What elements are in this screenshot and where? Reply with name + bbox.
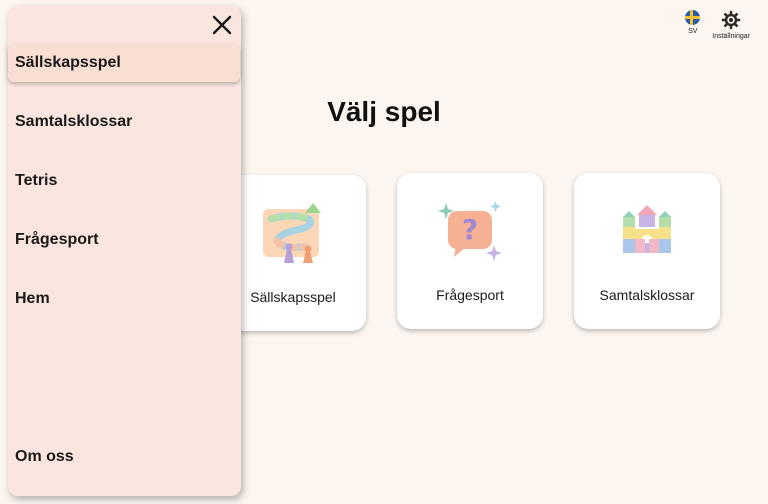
card-quiz[interactable]: ? Frågesport [397, 173, 543, 329]
card-board-game[interactable]: Sällskapsspel [220, 175, 366, 331]
close-icon [212, 15, 232, 35]
card-label: Frågesport [436, 287, 504, 303]
nav-item-conversation-blocks[interactable]: Samtalsklossar [8, 103, 240, 141]
nav-item-board-games[interactable]: Sällskapsspel [8, 44, 240, 82]
gear-icon [721, 10, 741, 30]
language-label: SV [688, 28, 698, 35]
nav-item-tetris[interactable]: Tetris [8, 162, 240, 200]
close-button[interactable] [211, 14, 233, 36]
svg-text:?: ? [462, 213, 478, 246]
board-game-icon [263, 203, 321, 263]
top-controls: SV Inställningar [685, 10, 750, 40]
language-selector[interactable]: SV [685, 10, 701, 35]
blocks-castle-icon [623, 205, 671, 253]
settings-button[interactable]: Inställningar [712, 10, 750, 40]
card-label: Samtalsklossar [599, 287, 695, 303]
nav-item-quiz[interactable]: Frågesport [8, 221, 240, 259]
question-bubble-icon: ? [438, 201, 502, 261]
settings-label: Inställningar [712, 33, 750, 40]
card-label: Sällskapsspel [250, 289, 336, 305]
side-drawer: Sällskapsspel Samtalsklossar Tetris Fråg… [8, 6, 241, 496]
nav-item-home[interactable]: Hem [8, 280, 240, 318]
card-conversation-blocks[interactable]: Samtalsklossar [574, 173, 720, 329]
nav-item-about[interactable]: Om oss [8, 438, 240, 476]
game-cards: Sällskapsspel ? Frågesport Samtalsklossa… [220, 173, 722, 333]
swedish-flag-icon [685, 10, 701, 25]
